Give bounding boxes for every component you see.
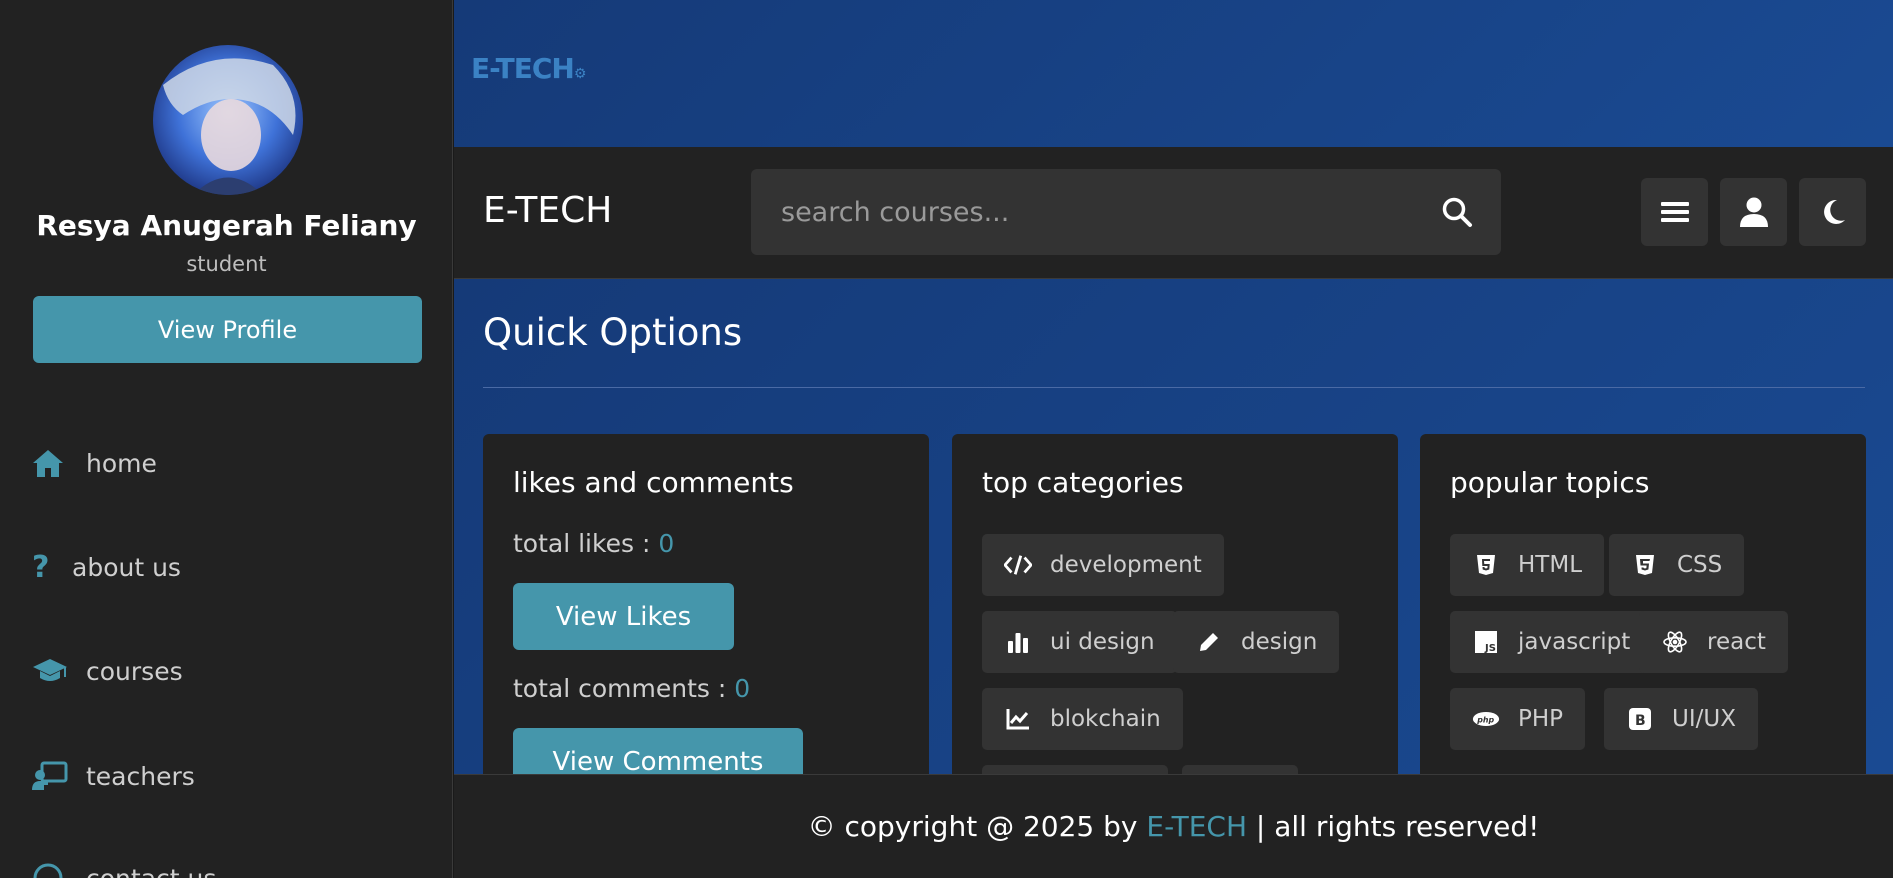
- topic-javascript[interactable]: JS javascript: [1450, 611, 1653, 673]
- theme-toggle-button[interactable]: [1799, 178, 1866, 246]
- sidebar-item-label: about us: [72, 552, 181, 582]
- svg-text:php: php: [1476, 716, 1494, 725]
- gear-icon: ⚙: [573, 66, 587, 82]
- category-blokchain[interactable]: blokchain: [982, 688, 1183, 750]
- profile-role: student: [186, 252, 267, 276]
- likes-comments-card: likes and comments total likes : 0 View …: [483, 434, 929, 774]
- category-development[interactable]: development: [982, 534, 1224, 596]
- copyright-prefix: © copyright @ 2025 by: [807, 810, 1147, 843]
- chalkboard-teacher-icon: [32, 759, 68, 793]
- js-icon: JS: [1472, 631, 1500, 653]
- react-icon: [1661, 630, 1689, 654]
- top-banner: [454, 0, 1893, 147]
- moon-icon: [1823, 199, 1845, 224]
- copyright-suffix: | all rights reserved!: [1247, 810, 1540, 843]
- menu-icon: [1660, 202, 1689, 222]
- sidebar-item-label: contact us: [86, 863, 217, 878]
- avatar[interactable]: [153, 45, 303, 195]
- total-likes: total likes : 0: [513, 529, 675, 558]
- bar-chart-icon: [1004, 631, 1032, 653]
- topic-html[interactable]: HTML: [1450, 534, 1605, 596]
- php-icon: php: [1472, 710, 1500, 728]
- question-icon: ?: [32, 549, 50, 585]
- comments-count: 0: [734, 674, 751, 703]
- sidebar-item-courses[interactable]: courses: [32, 651, 183, 691]
- category-more-1[interactable]: [982, 765, 1168, 774]
- brand-title[interactable]: E-TECH: [483, 190, 612, 231]
- logo[interactable]: E-TECH⚙: [471, 52, 587, 85]
- topic-ui-ux[interactable]: B UI/UX: [1604, 688, 1758, 750]
- css3-icon: [1631, 554, 1659, 576]
- sidebar-item-teachers[interactable]: teachers: [32, 756, 195, 796]
- search-form: [751, 169, 1501, 255]
- card-title: popular topics: [1450, 466, 1650, 499]
- headset-icon: [32, 861, 68, 878]
- graduation-cap-icon: [32, 654, 68, 688]
- card-title: top categories: [982, 466, 1184, 499]
- pencil-icon: [1195, 630, 1223, 654]
- total-comments: total comments : 0: [513, 674, 751, 703]
- svg-text:JS: JS: [1484, 643, 1496, 653]
- category-ui-design[interactable]: ui design: [982, 611, 1177, 673]
- search-icon: [1442, 197, 1472, 227]
- footer-brand-link[interactable]: E-TECH: [1146, 810, 1247, 843]
- sidebar-item-home[interactable]: home: [32, 443, 157, 483]
- sidebar-item-label: courses: [86, 656, 183, 686]
- view-likes-button[interactable]: View Likes: [513, 583, 734, 650]
- menu-button[interactable]: [1641, 178, 1708, 246]
- footer: © copyright @ 2025 by E-TECH | all right…: [454, 774, 1893, 878]
- line-chart-icon: [1004, 708, 1032, 730]
- topic-react[interactable]: react: [1639, 611, 1788, 673]
- search-input[interactable]: [781, 169, 1421, 255]
- category-design[interactable]: design: [1173, 611, 1340, 673]
- home-icon: [32, 446, 68, 480]
- profile-name: Resya Anugerah Feliany: [36, 209, 417, 242]
- view-comments-button[interactable]: View Comments: [513, 728, 803, 774]
- page-title: Quick Options: [483, 311, 743, 354]
- view-profile-button[interactable]: View Profile: [33, 296, 422, 363]
- likes-count: 0: [658, 529, 675, 558]
- top-categories-card: top categories development ui design des…: [952, 434, 1398, 774]
- user-icon: [1739, 197, 1768, 227]
- topic-php[interactable]: php PHP: [1450, 688, 1586, 750]
- sidebar-item-label: home: [86, 448, 157, 478]
- sidebar-item-label: teachers: [86, 761, 195, 791]
- bootstrap-icon: B: [1626, 708, 1654, 730]
- svg-text:B: B: [1635, 713, 1646, 729]
- sidebar: Resya Anugerah Feliany student View Prof…: [0, 0, 453, 878]
- popular-topics-card: popular topics HTML CSS JS javascript re…: [1420, 434, 1866, 774]
- main-content: Quick Options likes and comments total l…: [454, 279, 1893, 774]
- category-more-2[interactable]: [1182, 765, 1298, 774]
- html5-icon: [1472, 554, 1500, 576]
- code-icon: [1004, 554, 1032, 576]
- divider: [483, 387, 1865, 388]
- card-title: likes and comments: [513, 466, 794, 499]
- search-button[interactable]: [1436, 191, 1478, 233]
- sidebar-item-contact[interactable]: contact us: [32, 858, 216, 878]
- sidebar-item-about[interactable]: ? about us: [32, 547, 181, 587]
- user-button[interactable]: [1720, 178, 1787, 246]
- topic-css[interactable]: CSS: [1609, 534, 1745, 596]
